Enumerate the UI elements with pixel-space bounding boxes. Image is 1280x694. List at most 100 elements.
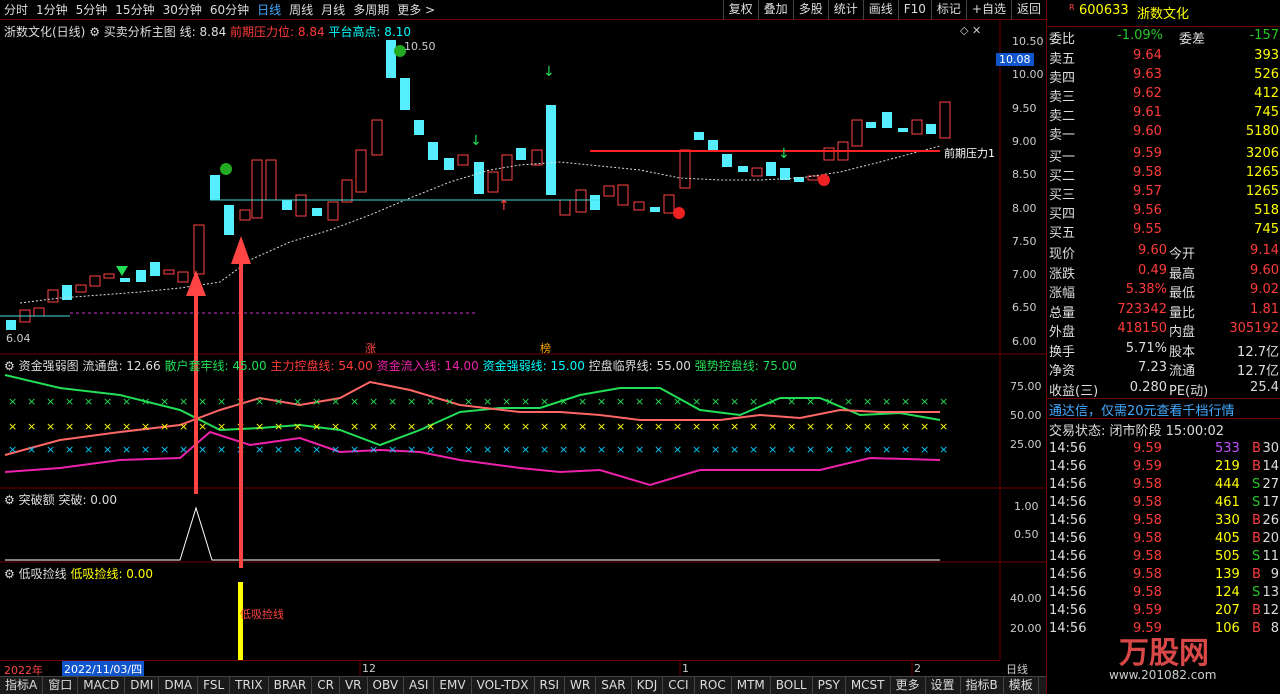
book-row[interactable]: 买三 9.57 1265 [1047,183,1280,203]
indicator-tab[interactable]: 指标B [961,677,1004,694]
gear-icon[interactable]: ⚙ [89,25,100,39]
tool-button[interactable]: +自选 [965,0,1011,20]
indicator-tab[interactable]: 更多 [891,677,926,694]
period-label[interactable]: 日线 [1006,661,1028,677]
indicator-tab[interactable]: WR [565,677,597,694]
x-marker: × [692,395,701,408]
float-value: 流通盘: 12.66 [82,359,161,373]
x-marker: × [901,420,910,433]
indicator-tab[interactable]: 模板 [1004,677,1039,694]
indicator-tab[interactable]: BOLL [771,677,813,694]
gear-icon[interactable]: ⚙ [4,359,15,373]
indicator-tab[interactable]: MACD [78,677,126,694]
chart-canvas: × × × × × × × × × × × × × × × × × × × × × × × × × × × × × × × × × × × × × × × ×… [0,20,1046,676]
indicator-tab[interactable]: ASI [404,677,435,694]
indicator-tab[interactable]: SAR [596,677,632,694]
x-marker: × [730,420,739,433]
period-tab[interactable]: 1分钟 [32,1,72,18]
stat-row: 收益(三) 0.280 PE(动) 25.4 [1049,379,1279,399]
book-row[interactable]: 卖一 9.60 5180 [1047,123,1280,143]
indicator-tab[interactable]: VR [340,677,368,694]
x-marker: × [882,420,891,433]
book-row[interactable]: 买五 9.55 745 [1047,221,1280,241]
period-tab[interactable]: 60分钟 [206,1,253,18]
gear-icon[interactable]: ⚙ [4,567,15,581]
period-tab[interactable]: 15分钟 [111,1,158,18]
indicator-tab[interactable]: OBV [368,677,405,694]
book-row[interactable]: 买一 9.59 3206 [1047,145,1280,165]
period-tab[interactable]: 日线 [253,1,285,18]
period-tab[interactable]: 更多 > [393,1,439,18]
book-row[interactable]: 买二 9.58 1265 [1047,164,1280,184]
indicator-tab[interactable]: EMV [434,677,472,694]
tool-button[interactable]: 画线 [862,0,898,20]
tool-button[interactable]: 标记 [930,0,966,20]
period-tab[interactable]: 30分钟 [159,1,206,18]
tool-button[interactable]: 叠加 [757,0,793,20]
indicator-tab[interactable]: DMA [159,677,199,694]
book-row[interactable]: 卖四 9.63 526 [1047,66,1280,86]
book-row[interactable]: 卖二 9.61 745 [1047,104,1280,124]
indicator-tab[interactable]: KDJ [632,677,664,694]
x-marker: × [293,395,302,408]
candle [177,271,189,283]
indicator-tab[interactable]: PSY [813,677,846,694]
indicator-name[interactable]: 买卖分析主图 [104,25,176,39]
period-tab[interactable]: 多周期 [349,1,393,18]
candle [457,154,469,166]
indicator-tab[interactable]: RSI [535,677,566,694]
period-toolbar: 分时 1分钟 5分钟 15分钟 30分钟 60分钟 日线 周线 月线 多周期 更多 > 复权 叠加 多股… [0,0,1046,20]
break-title[interactable]: 突破额 [19,493,55,507]
candle [851,119,863,147]
period-tab[interactable]: 周线 [285,1,317,18]
period-tab[interactable]: 5分钟 [72,1,112,18]
indicator-tab[interactable]: ROC [695,677,732,694]
candle [694,132,704,140]
main-y-tick: 6.00 [1012,334,1037,348]
x-marker: × [160,443,169,456]
fund-title[interactable]: 资金强弱图 [19,359,79,373]
tool-button[interactable]: 复权 [722,0,758,20]
indicator-tab[interactable]: MTM [732,677,771,694]
line-value: 线: 8.84 [179,25,227,39]
candle [516,148,526,160]
x-marker: × [863,420,872,433]
tick-row: 14:56 9.58 139 B 9 [1049,567,1279,582]
period-tab[interactable]: 月线 [317,1,349,18]
gear-icon[interactable]: ⚙ [4,493,15,507]
x-marker: × [749,420,758,433]
indicator-tab[interactable]: TRIX [230,677,269,694]
promo-row[interactable]: 通达信，仅需20元查看千档行情 [1047,398,1280,419]
x-marker: × [844,395,853,408]
x-marker: × [673,420,682,433]
low-title[interactable]: 低吸捡线 [19,567,67,581]
indicator-tab[interactable]: CCI [663,677,695,694]
tool-button[interactable]: F10 [897,0,931,20]
indicator-tab[interactable]: 窗口 [43,677,79,694]
x-marker: × [27,443,36,456]
critical-value: 控盘临界线: 55.00 [588,359,691,373]
candle [823,147,835,161]
candle [400,78,410,110]
x-marker: × [635,395,644,408]
low-annotation: 低吸捡线 [240,608,284,621]
indicator-tab[interactable]: DMI [125,677,160,694]
tool-button[interactable]: 返回 [1010,0,1046,20]
tool-button[interactable]: 多股 [792,0,828,20]
period-tab[interactable]: 分时 [0,1,32,18]
chart-title: 浙数文化(日线) [4,25,86,39]
candle [679,149,691,189]
indicator-tab[interactable]: MCST [846,677,891,694]
indicator-tab[interactable]: CR [312,677,340,694]
indicator-tab[interactable]: FSL [198,677,231,694]
indicator-tab[interactable]: 设置 [926,677,961,694]
book-row[interactable]: 卖三 9.62 412 [1047,85,1280,105]
tool-button[interactable]: 统计 [827,0,863,20]
book-row[interactable]: 买四 9.56 518 [1047,202,1280,222]
indicator-tab[interactable]: BRAR [269,677,313,694]
break-line [5,506,940,561]
panel-controls[interactable]: ◇ ✕ [960,24,981,37]
indicator-tab[interactable]: 指标A [0,677,44,694]
book-row[interactable]: 卖五 9.64 393 [1047,47,1280,67]
indicator-tab[interactable]: VOL-TDX [472,677,535,694]
